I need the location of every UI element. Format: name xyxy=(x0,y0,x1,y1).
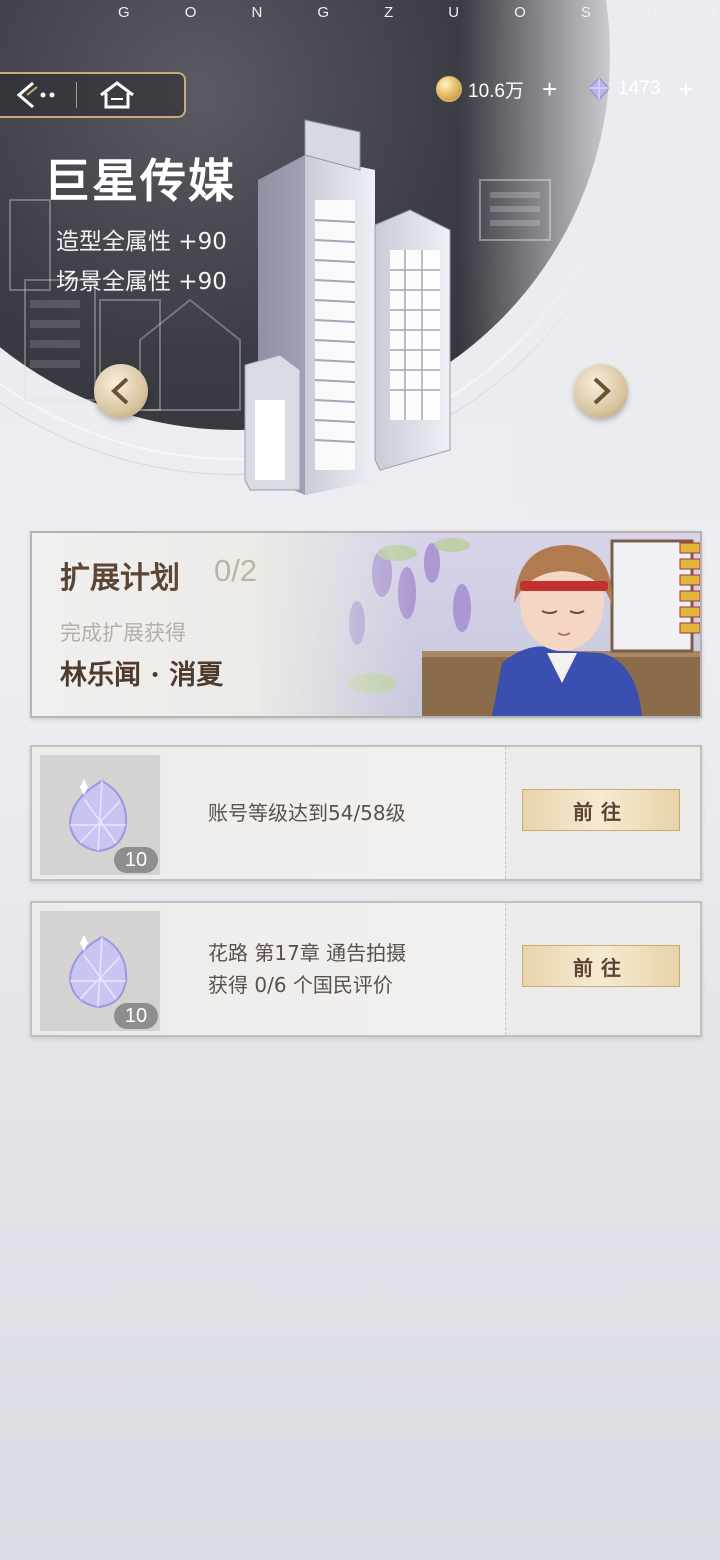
prev-company-button[interactable] xyxy=(94,364,148,418)
home-button[interactable] xyxy=(77,74,157,116)
reward-count: 10 xyxy=(114,847,158,873)
letter: N xyxy=(251,4,265,21)
reward-icon-box: 10 xyxy=(40,755,160,875)
reward-count: 10 xyxy=(114,1003,158,1029)
task-line: 花路 第17章 通告拍摄 xyxy=(208,941,407,965)
go-button[interactable]: 前往 xyxy=(522,945,680,987)
reward-icon-box: 10 xyxy=(40,911,160,1031)
building-illustration xyxy=(244,119,451,495)
plan-progress: 0/2 xyxy=(214,553,258,588)
letter: H xyxy=(645,4,659,21)
home-icon xyxy=(100,81,134,109)
add-diamond-button[interactable]: + xyxy=(678,76,693,102)
attribute-styling: 造型全属性 +90 xyxy=(56,229,227,255)
top-letters: G O N G Z U O S H I xyxy=(118,4,718,21)
task-card: 10 账号等级达到54/58级 前往 xyxy=(30,745,702,881)
task-description: 账号等级达到54/58级 xyxy=(208,797,406,829)
chevron-right-icon xyxy=(593,377,611,405)
diamond-icon xyxy=(588,77,610,101)
character-reward-art xyxy=(262,533,700,716)
attribute-scene: 场景全属性 +90 xyxy=(56,269,227,295)
next-company-button[interactable] xyxy=(574,364,628,418)
task-info: 10 花路 第17章 通告拍摄 获得 0/6 个国民评价 xyxy=(32,903,506,1035)
letter: S xyxy=(580,4,593,21)
nav-bar xyxy=(0,72,186,118)
back-arrow-icon xyxy=(16,81,55,109)
go-button[interactable]: 前往 xyxy=(522,789,680,831)
letter: U xyxy=(448,4,462,21)
letter: G xyxy=(118,4,132,21)
back-button[interactable] xyxy=(0,74,76,116)
task-info: 10 账号等级达到54/58级 xyxy=(32,747,506,879)
task-card: 10 花路 第17章 通告拍摄 获得 0/6 个国民评价 前往 xyxy=(30,901,702,1037)
letter: I xyxy=(711,4,718,21)
company-name: 巨星传媒 xyxy=(44,154,236,208)
add-gold-button[interactable]: + xyxy=(542,76,557,102)
diamond-currency: 1473 + xyxy=(586,74,693,104)
plan-subtitle: 完成扩展获得 xyxy=(60,621,186,645)
task-line: 账号等级达到54/58级 xyxy=(208,801,406,825)
letter: Z xyxy=(384,4,396,21)
expansion-plan-card[interactable]: 扩展计划 0/2 完成扩展获得 林乐闻 · 消夏 xyxy=(30,531,702,718)
plan-reward-name: 林乐闻 · 消夏 xyxy=(60,660,224,691)
letter: O xyxy=(184,4,199,21)
gold-coin-icon xyxy=(436,76,462,102)
task-description: 花路 第17章 通告拍摄 获得 0/6 个国民评价 xyxy=(208,937,406,1001)
letter: G xyxy=(317,4,331,21)
gold-amount: 10.6万 xyxy=(468,80,524,102)
diamond-amount: 1473 xyxy=(618,78,661,99)
letter: O xyxy=(514,4,528,21)
gold-currency: 10.6万 + xyxy=(436,74,557,104)
plan-title: 扩展计划 xyxy=(60,561,180,596)
chevron-left-icon xyxy=(111,377,129,405)
task-line: 获得 0/6 个国民评价 xyxy=(208,973,393,997)
